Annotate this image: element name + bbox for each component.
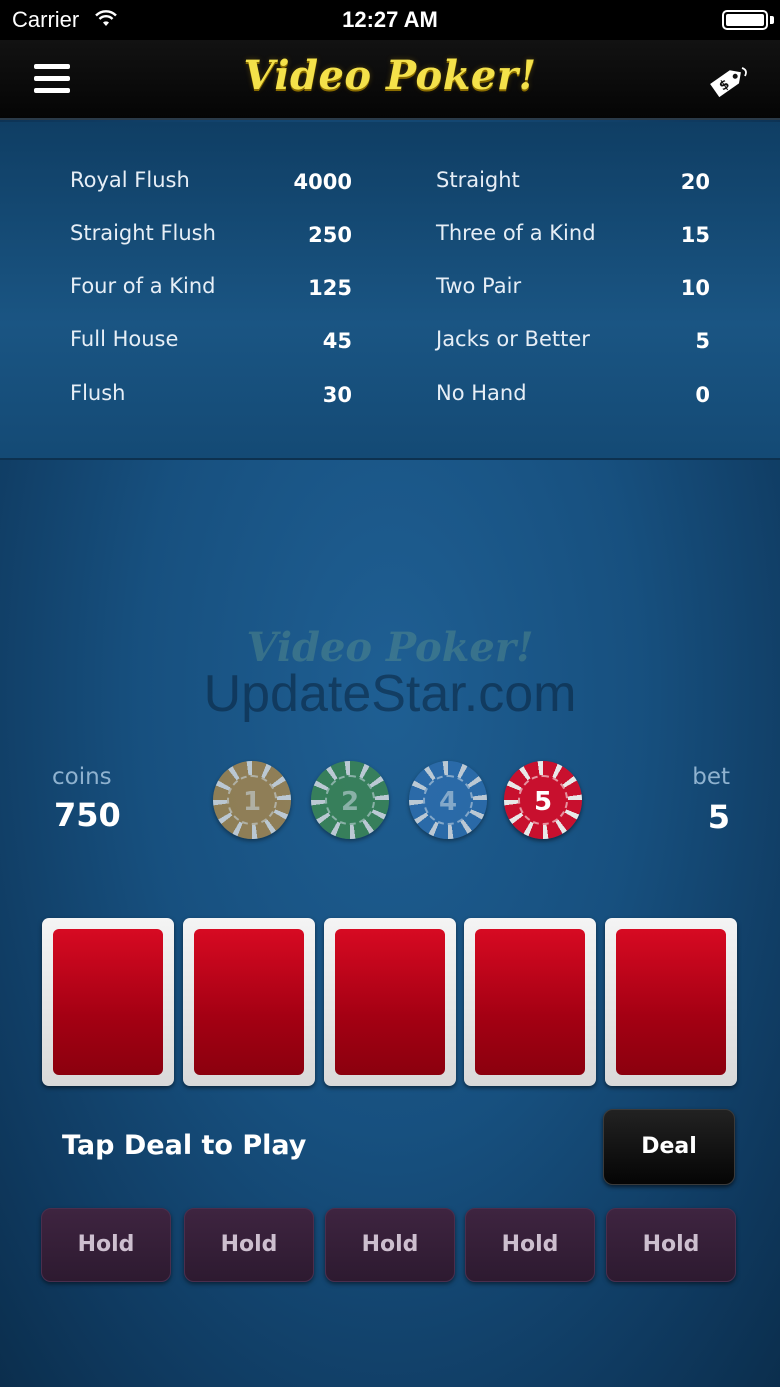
hand-payout: 4000 bbox=[293, 170, 352, 194]
battery-icon bbox=[722, 10, 768, 30]
chip-label: 5 bbox=[518, 775, 568, 825]
card-3[interactable] bbox=[324, 918, 456, 1086]
hand-name: Straight Flush bbox=[70, 221, 216, 245]
hold-button-1[interactable]: Hold bbox=[41, 1208, 171, 1282]
hand-name: Jacks or Better bbox=[436, 327, 590, 351]
chip-1-button[interactable]: 1 bbox=[213, 761, 291, 839]
hand-payout: 250 bbox=[308, 223, 352, 247]
card-5[interactable] bbox=[605, 918, 737, 1086]
card-1[interactable] bbox=[42, 918, 174, 1086]
status-bar: Carrier 12:27 AM bbox=[0, 0, 780, 40]
hand-payout: 10 bbox=[680, 276, 710, 300]
hold-button-4[interactable]: Hold bbox=[465, 1208, 595, 1282]
hand-payout: 15 bbox=[680, 223, 710, 247]
paytable-row: Royal Flush 4000 bbox=[70, 168, 352, 208]
hand-payout: 30 bbox=[322, 383, 352, 407]
paytable-row: Three of a Kind 15 bbox=[436, 221, 710, 261]
hold-button-3[interactable]: Hold bbox=[325, 1208, 455, 1282]
hand-payout: 125 bbox=[308, 276, 352, 300]
chip-5-button[interactable]: 5 bbox=[504, 761, 582, 839]
card-2[interactable] bbox=[183, 918, 315, 1086]
chip-4-button[interactable]: 4 bbox=[409, 761, 487, 839]
hand-payout: 5 bbox=[695, 329, 710, 353]
clock: 12:27 AM bbox=[342, 7, 438, 32]
hand-name: No Hand bbox=[436, 381, 527, 405]
chip-label: 1 bbox=[227, 775, 277, 825]
card-back bbox=[53, 929, 163, 1075]
hand-name: Three of a Kind bbox=[436, 221, 596, 245]
card-4[interactable] bbox=[464, 918, 596, 1086]
coins-label: coins bbox=[52, 764, 112, 790]
hand-name: Four of a Kind bbox=[70, 274, 216, 298]
hand-name: Two Pair bbox=[436, 274, 522, 298]
hand-payout: 0 bbox=[695, 383, 710, 407]
app-title: Video Poker! bbox=[243, 52, 537, 99]
paytable-row: Flush 30 bbox=[70, 381, 352, 421]
chip-label: 4 bbox=[423, 775, 473, 825]
coins-value: 750 bbox=[54, 796, 121, 834]
hand-payout: 45 bbox=[322, 329, 352, 353]
card-back bbox=[616, 929, 726, 1075]
hand-name: Flush bbox=[70, 381, 126, 405]
card-back bbox=[335, 929, 445, 1075]
paytable-row: No Hand 0 bbox=[436, 381, 710, 421]
deal-button[interactable]: Deal bbox=[603, 1109, 735, 1185]
hand-name: Full House bbox=[70, 327, 179, 351]
hold-button-2[interactable]: Hold bbox=[184, 1208, 314, 1282]
bet-value: 5 bbox=[707, 798, 730, 836]
chip-label: 2 bbox=[325, 775, 375, 825]
hand-payout: 20 bbox=[680, 170, 710, 194]
chip-2-button[interactable]: 2 bbox=[311, 761, 389, 839]
paytable-row: Four of a Kind 125 bbox=[70, 274, 352, 314]
paytable-row: Two Pair 10 bbox=[436, 274, 710, 314]
nav-bar: Video Poker! $ bbox=[0, 40, 780, 120]
paytable-row: Full House 45 bbox=[70, 327, 352, 367]
hand-name: Straight bbox=[436, 168, 520, 192]
paytable-row: Jacks or Better 5 bbox=[436, 327, 710, 367]
paytable-row: Straight Flush 250 bbox=[70, 221, 352, 261]
hand-name: Royal Flush bbox=[70, 168, 190, 192]
watermark-site: UpdateStar.com bbox=[203, 665, 577, 723]
game-status-text: Tap Deal to Play bbox=[62, 1130, 307, 1161]
paytable-row: Straight 20 bbox=[436, 168, 710, 208]
card-back bbox=[194, 929, 304, 1075]
bet-label: bet bbox=[692, 764, 730, 790]
price-tag-icon[interactable]: $ bbox=[704, 60, 750, 100]
paytable: Royal Flush 4000 Straight Flush 250 Four… bbox=[0, 122, 780, 460]
battery-nub bbox=[770, 16, 774, 24]
card-back bbox=[475, 929, 585, 1075]
hold-button-5[interactable]: Hold bbox=[606, 1208, 736, 1282]
